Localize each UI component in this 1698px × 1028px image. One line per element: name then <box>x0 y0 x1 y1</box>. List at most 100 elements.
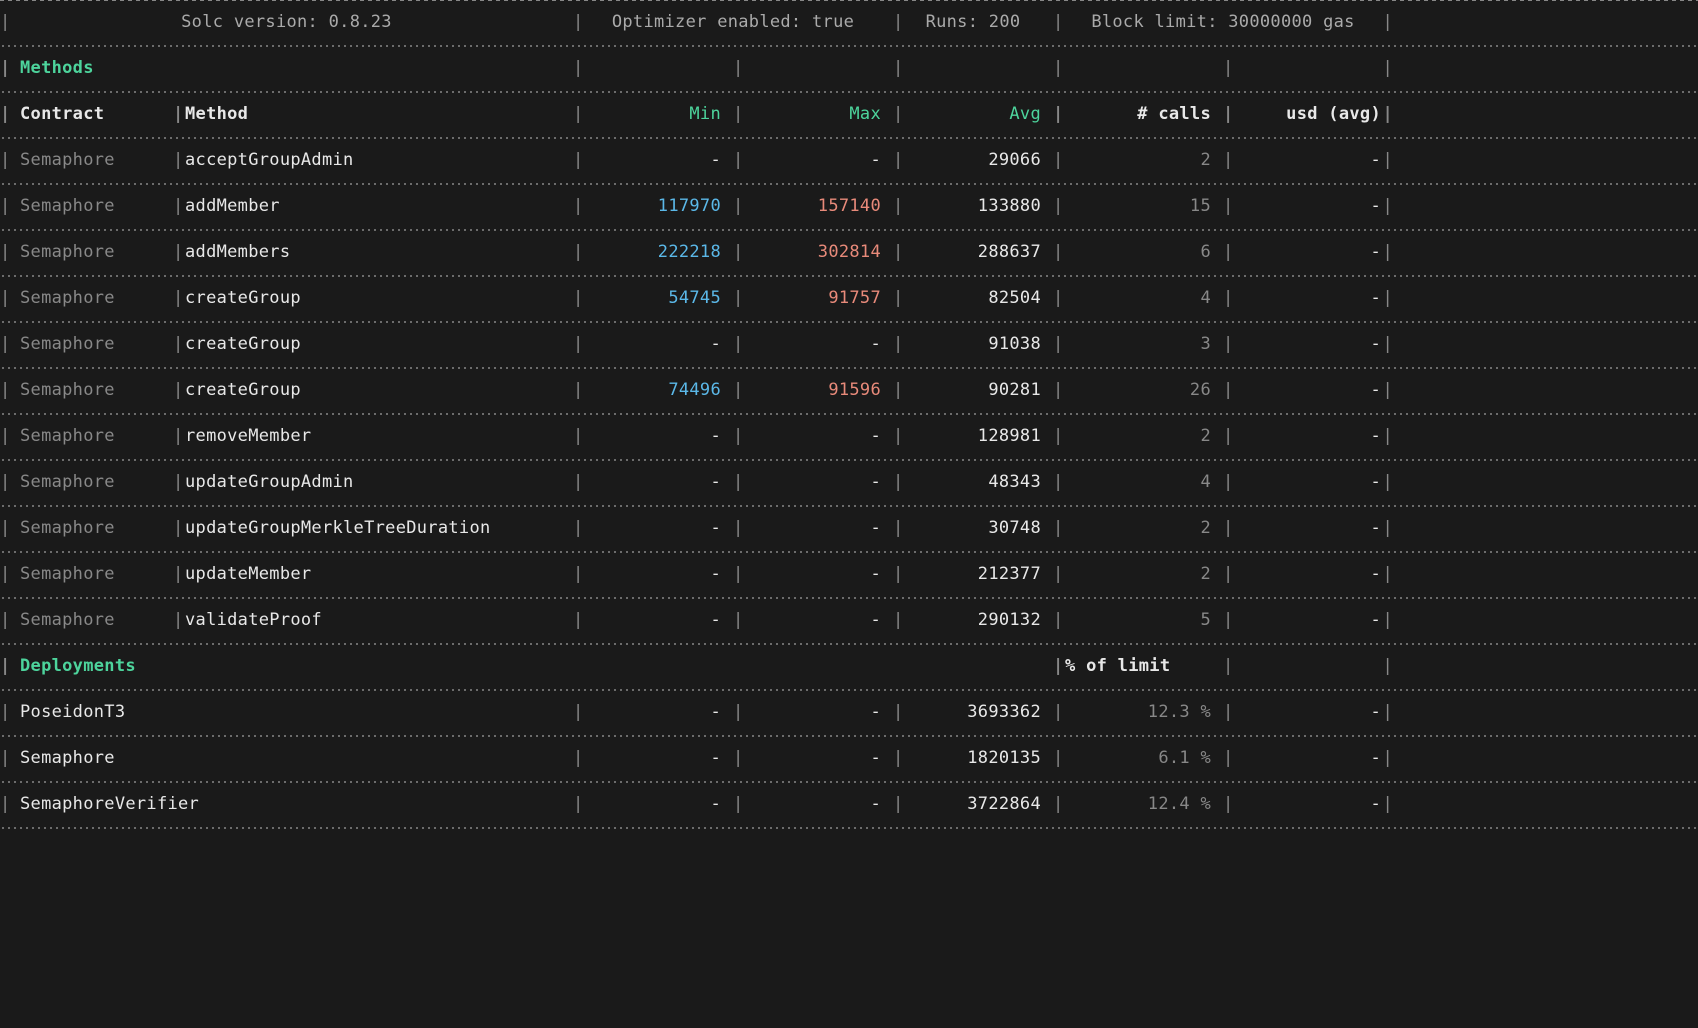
method-name: validateProof <box>173 598 573 644</box>
calls-value: 6 <box>1053 230 1223 276</box>
table-row: SemaphoreacceptGroupAdmin--290662- <box>0 138 1698 184</box>
table-row: SemaphoreaddMember11797015714013388015- <box>0 184 1698 230</box>
avg-value: 133880 <box>893 184 1053 230</box>
table-row: SemaphoreupdateGroupAdmin--483434- <box>0 460 1698 506</box>
pct-limit-header: % of limit <box>1053 644 1223 690</box>
usd-value: - <box>1223 276 1393 322</box>
contract-name: Semaphore <box>0 368 173 414</box>
info-row: Solc version: 0.8.23 Optimizer enabled: … <box>0 0 1698 46</box>
min-value: - <box>573 598 733 644</box>
max-value: 91757 <box>733 276 893 322</box>
table-row: PoseidonT3--369336212.3 %- <box>0 690 1698 736</box>
usd-value: - <box>1223 690 1393 736</box>
methods-section-row: Methods <box>0 46 1698 92</box>
optimizer-info: Optimizer enabled: true <box>573 0 893 46</box>
method-rows-container: SemaphoreacceptGroupAdmin--290662-Semaph… <box>0 138 1698 644</box>
method-name: acceptGroupAdmin <box>173 138 573 184</box>
usd-value: - <box>1223 460 1393 506</box>
max-value: - <box>733 414 893 460</box>
deployments-section-row: Deployments % of limit <box>0 644 1698 690</box>
calls-value: 26 <box>1053 368 1223 414</box>
table-row: SemaphoreVerifier--372286412.4 %- <box>0 782 1698 828</box>
min-value: - <box>573 414 733 460</box>
method-name: createGroup <box>173 368 573 414</box>
avg-value: 82504 <box>893 276 1053 322</box>
max-value: - <box>733 690 893 736</box>
avg-value: 1820135 <box>893 736 1053 782</box>
min-value: 117970 <box>573 184 733 230</box>
pct-value: 6.1 % <box>1053 736 1223 782</box>
method-name: updateMember <box>173 552 573 598</box>
usd-value: - <box>1223 184 1393 230</box>
table-row: SemaphoreupdateGroupMerkleTreeDuration--… <box>0 506 1698 552</box>
usd-value: - <box>1223 368 1393 414</box>
min-value: - <box>573 736 733 782</box>
block-limit-info: Block limit: 30000000 gas <box>1053 0 1393 46</box>
deployment-rows-container: PoseidonT3--369336212.3 %-Semaphore--182… <box>0 690 1698 828</box>
avg-value: 3693362 <box>893 690 1053 736</box>
pct-value: 12.3 % <box>1053 690 1223 736</box>
max-value: 157140 <box>733 184 893 230</box>
max-value: - <box>733 322 893 368</box>
table-row: SemaphoreaddMembers2222183028142886376- <box>0 230 1698 276</box>
max-value: - <box>733 506 893 552</box>
max-value: - <box>733 138 893 184</box>
gas-report: Solc version: 0.8.23 Optimizer enabled: … <box>0 0 1698 828</box>
header-usd: usd (avg) <box>1223 92 1393 138</box>
table-row: SemaphoreremoveMember--1289812- <box>0 414 1698 460</box>
min-value: - <box>573 690 733 736</box>
min-value: - <box>573 322 733 368</box>
method-name: updateGroupMerkleTreeDuration <box>173 506 573 552</box>
calls-value: 4 <box>1053 276 1223 322</box>
header-method: Method <box>173 92 573 138</box>
runs-info: Runs: 200 <box>893 0 1053 46</box>
usd-value: - <box>1223 138 1393 184</box>
usd-value: - <box>1223 322 1393 368</box>
deployments-label: Deployments <box>0 644 1053 690</box>
max-value: - <box>733 598 893 644</box>
min-value: 74496 <box>573 368 733 414</box>
header-avg: Avg <box>893 92 1053 138</box>
max-value: - <box>733 460 893 506</box>
min-value: - <box>573 460 733 506</box>
avg-value: 128981 <box>893 414 1053 460</box>
usd-value: - <box>1223 736 1393 782</box>
contract-name: Semaphore <box>0 322 173 368</box>
avg-value: 212377 <box>893 552 1053 598</box>
method-name: addMember <box>173 184 573 230</box>
header-contract: Contract <box>0 92 173 138</box>
contract-name: Semaphore <box>0 276 173 322</box>
avg-value: 48343 <box>893 460 1053 506</box>
header-min: Min <box>573 92 733 138</box>
min-value: - <box>573 552 733 598</box>
pct-value: 12.4 % <box>1053 782 1223 828</box>
method-name: createGroup <box>173 276 573 322</box>
contract-name: Semaphore <box>0 138 173 184</box>
contract-name: Semaphore <box>0 184 173 230</box>
usd-value: - <box>1223 506 1393 552</box>
column-headers: Contract Method Min Max Avg # calls usd … <box>0 92 1698 138</box>
contract-name: Semaphore <box>0 460 173 506</box>
deployment-name: Semaphore <box>0 736 573 782</box>
table-row: Semaphore--18201356.1 %- <box>0 736 1698 782</box>
min-value: 222218 <box>573 230 733 276</box>
table-row: SemaphoreupdateMember--2123772- <box>0 552 1698 598</box>
methods-label: Methods <box>0 46 573 92</box>
avg-value: 91038 <box>893 322 1053 368</box>
calls-value: 5 <box>1053 598 1223 644</box>
avg-value: 90281 <box>893 368 1053 414</box>
calls-value: 15 <box>1053 184 1223 230</box>
max-value: - <box>733 782 893 828</box>
usd-value: - <box>1223 414 1393 460</box>
min-value: - <box>573 506 733 552</box>
contract-name: Semaphore <box>0 598 173 644</box>
method-name: updateGroupAdmin <box>173 460 573 506</box>
min-value: 54745 <box>573 276 733 322</box>
method-name: createGroup <box>173 322 573 368</box>
contract-name: Semaphore <box>0 230 173 276</box>
deployment-name: SemaphoreVerifier <box>0 782 573 828</box>
table-row: SemaphorecreateGroup--910383- <box>0 322 1698 368</box>
calls-value: 2 <box>1053 552 1223 598</box>
header-max: Max <box>733 92 893 138</box>
method-name: addMembers <box>173 230 573 276</box>
